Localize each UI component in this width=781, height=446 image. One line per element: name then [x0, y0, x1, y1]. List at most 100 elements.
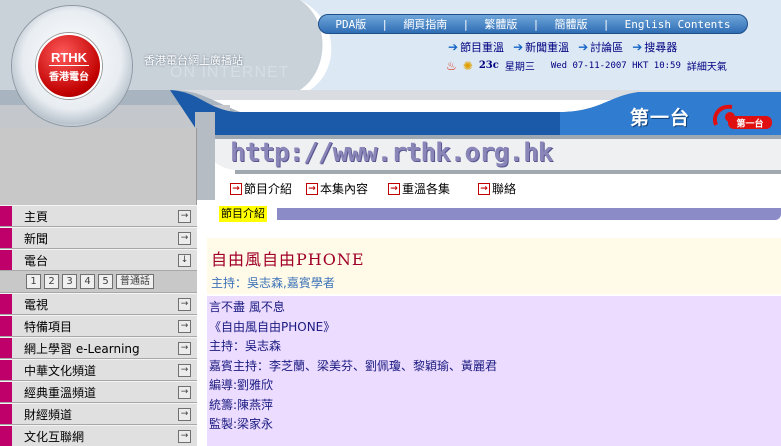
sidebar-item-culture-net[interactable]: 文化互聯網 →	[0, 425, 197, 446]
arrow-right-icon: →	[178, 297, 191, 311]
nav-forum[interactable]: ➔ 討論區	[578, 39, 623, 55]
weekday: 星期三	[504, 62, 535, 73]
rthk-logo[interactable]: RTHK 香港電台	[36, 33, 102, 99]
description-line: 監製:梁家永	[209, 417, 274, 431]
sidebar-item-news[interactable]: 新聞 →	[0, 227, 197, 249]
menu-marker	[0, 426, 12, 446]
tab-label: 本集內容	[320, 182, 369, 196]
sidebar-item-label: 電台	[24, 253, 49, 268]
secondary-navigation: ➔ 節目重溫 ➔ 新聞重溫 ➔ 討論區 ➔ 搜尋器	[448, 39, 677, 55]
radio-channel-2[interactable]: 2	[44, 274, 59, 289]
nav-replay-news[interactable]: ➔ 新聞重溫	[513, 39, 569, 55]
sidebar-item-label: 網上學習 e-Learning	[24, 341, 140, 356]
radio-channel-selector: 1 2 3 4 5 普通話	[0, 271, 197, 293]
arrow-right-icon: ➔	[448, 40, 459, 54]
radio-channel-1[interactable]: 1	[26, 274, 41, 289]
description-line: 統籌:陳燕萍	[209, 397, 274, 412]
arrow-down-icon: ↓	[178, 253, 191, 267]
sidebar-item-chinese-culture[interactable]: 中華文化頻道 →	[0, 359, 197, 381]
nav-separator: |	[382, 17, 387, 31]
menu-marker	[0, 316, 12, 336]
arrow-right-icon: →	[178, 341, 191, 355]
description-line: 《自由風自由PHONE》	[209, 319, 336, 334]
radio-channel-5[interactable]: 5	[98, 274, 113, 289]
section-header: 節目介紹	[207, 205, 781, 223]
menu-marker	[0, 250, 12, 270]
section-label: 節目介紹	[219, 206, 267, 222]
section-header-bar	[277, 208, 781, 220]
sidebar-item-label: 電視	[24, 297, 49, 312]
arrow-right-icon: →	[178, 429, 191, 443]
menu-marker	[0, 228, 12, 248]
menu-marker	[0, 404, 12, 424]
tab-program-intro[interactable]: → 節目介紹	[230, 180, 292, 197]
date-time: Wed 07-11-2007 HKT 10:59	[550, 60, 681, 71]
logo-text-zh: 香港電台	[49, 72, 89, 83]
menu-marker	[0, 338, 12, 358]
menu-marker	[0, 294, 12, 314]
nav-traditional[interactable]: 繁體版	[484, 16, 517, 32]
nav-label: 節目重溫	[460, 41, 505, 54]
tab-past-episodes[interactable]: → 重溫各集	[388, 180, 450, 197]
weather-details-link[interactable]: 詳細天氣	[687, 58, 727, 73]
arrow-right-icon: →	[178, 385, 191, 399]
sidebar-item-label: 中華文化頻道	[24, 363, 97, 378]
radio1-logo-icon: 第一台	[713, 104, 772, 130]
nav-separator: |	[604, 17, 608, 31]
sidebar-top-panel	[0, 128, 197, 205]
tab-label: 聯絡	[492, 182, 517, 196]
radio-channel-putonghua[interactable]: 普通話	[116, 274, 154, 289]
radio-channel-4[interactable]: 4	[80, 274, 95, 289]
program-host: 主持：吳志森,嘉賓學者	[211, 276, 335, 290]
nav-site-guide[interactable]: 網頁指南	[403, 16, 447, 32]
sidebar-menu: 主頁 → 新聞 → 電台 ↓ 1 2 3 4 5 普通話 電視 → 特備項目 → 網上學習…	[0, 205, 197, 446]
tab-label: 重溫各集	[402, 182, 451, 196]
nav-label: 討論區	[590, 41, 624, 54]
arrow-right-icon: →	[178, 363, 191, 377]
arrow-right-icon: ➔	[632, 40, 643, 54]
nav-english[interactable]: English Contents	[625, 18, 731, 31]
arrow-right-icon: →	[478, 182, 491, 195]
nav-simplified[interactable]: 簡體版	[555, 16, 588, 32]
sidebar-item-label: 文化互聯網	[24, 429, 85, 444]
sidebar-item-elearning[interactable]: 網上學習 e-Learning →	[0, 337, 197, 359]
sidebar-item-classic-replay[interactable]: 經典重溫頻道 →	[0, 381, 197, 403]
arrow-right-icon: ➔	[578, 40, 589, 54]
tab-label: 節目介紹	[244, 182, 293, 196]
arrow-right-icon: →	[388, 182, 401, 195]
arrow-right-icon: ➔	[513, 40, 524, 54]
on-internet-watermark: ON INTERNET	[170, 64, 290, 81]
menu-marker	[0, 360, 12, 380]
url-banner: http://www.rthk.org.hk	[230, 138, 553, 168]
temperature: 23c	[478, 60, 499, 71]
arrow-right-icon: →	[306, 182, 319, 195]
nav-separator: |	[534, 17, 538, 31]
radio-channel-3[interactable]: 3	[62, 274, 77, 289]
channel-title: 第一台	[630, 107, 691, 129]
nav-label: 搜尋器	[644, 41, 678, 54]
tab-contact[interactable]: → 聯絡	[478, 180, 516, 197]
program-navigation: → 節目介紹 → 本集內容 → 重溫各集 → 聯絡	[230, 180, 516, 197]
channel-logo-text: 第一台	[736, 118, 763, 130]
tab-episode-content[interactable]: → 本集內容	[306, 180, 368, 197]
sidebar-item-tv[interactable]: 電視 →	[0, 293, 197, 315]
sidebar-item-finance[interactable]: 財經頻道 →	[0, 403, 197, 425]
menu-marker	[0, 382, 12, 402]
program-description: 言不盡 風不息 《自由風自由PHONE》 主持：吳志森 嘉賓主持：李芝蘭、梁美芬…	[207, 296, 781, 446]
sidebar-item-label: 經典重溫頻道	[24, 385, 97, 400]
sidebar-item-label: 財經頻道	[24, 407, 73, 422]
sidebar-item-label: 主頁	[24, 209, 49, 224]
sidebar-item-home[interactable]: 主頁 →	[0, 205, 197, 227]
nav-pda[interactable]: PDA版	[335, 16, 366, 32]
program-title: 自由風自由PHONE	[211, 250, 365, 269]
fire-danger-icon: ♨	[446, 58, 457, 73]
arrow-right-icon: →	[178, 231, 191, 245]
sidebar-item-radio[interactable]: 電台 ↓	[0, 249, 197, 271]
nav-search[interactable]: ➔ 搜尋器	[632, 39, 677, 55]
description-line: 言不盡 風不息	[209, 300, 285, 314]
menu-marker	[0, 206, 12, 226]
weather-sun-icon: ✺	[462, 58, 473, 73]
nav-replay-programs[interactable]: ➔ 節目重溫	[448, 39, 504, 55]
sidebar-item-special[interactable]: 特備項目 →	[0, 315, 197, 337]
top-navigation: PDA版 | 網頁指南 | 繁體版 | 簡體版 | English Conten…	[318, 14, 748, 34]
